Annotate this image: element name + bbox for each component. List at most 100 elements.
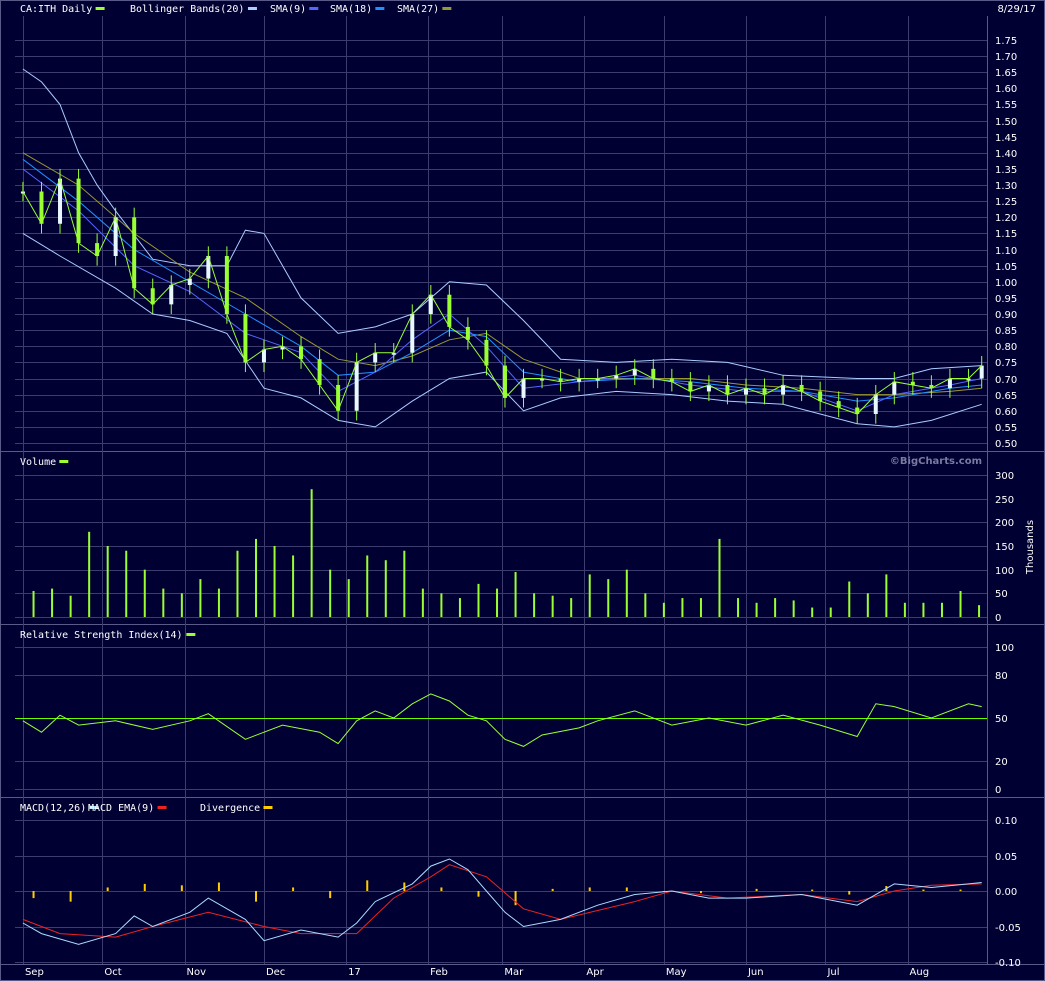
divergence-bar <box>180 885 183 891</box>
legend-label: SMA(18) <box>330 4 372 15</box>
volume-bar <box>440 593 443 617</box>
legend-swatch <box>59 460 69 463</box>
legend-swatch <box>157 806 167 809</box>
price-tick-label: 1.40 <box>995 149 1017 160</box>
price-candle <box>39 191 44 224</box>
price-candle <box>447 294 452 327</box>
divergence-bar <box>440 887 443 891</box>
legend-label: MACD(12,26) <box>20 803 86 814</box>
price-tick-label: 1.65 <box>995 68 1017 79</box>
legend-swatch <box>442 7 452 10</box>
price-tick-label: 1.35 <box>995 165 1017 176</box>
volume-bar <box>607 579 610 617</box>
price-candle <box>243 314 248 363</box>
volume-bar <box>551 595 554 617</box>
price-candle <box>373 352 378 363</box>
month-label-may: May <box>666 967 687 978</box>
price-tick-label: 0.50 <box>995 439 1017 450</box>
divergence-bar <box>106 887 109 891</box>
volume-bar <box>699 598 702 617</box>
price-candle <box>132 217 137 289</box>
month-label-nov: Nov <box>187 967 207 978</box>
divergence-bar <box>959 889 962 891</box>
divergence-bar <box>32 891 35 899</box>
divergence-bar <box>143 883 146 891</box>
volume-tick-label: 150 <box>995 542 1014 553</box>
volume-bar <box>885 574 888 617</box>
volume-bar <box>644 593 647 617</box>
price-candle <box>892 381 897 395</box>
price-candle <box>502 365 507 398</box>
price-tick-label: 1.25 <box>995 197 1017 208</box>
price-tick-label: 0.60 <box>995 407 1017 418</box>
month-label-jun: Jun <box>747 967 764 978</box>
month-label-oct: Oct <box>104 967 121 978</box>
price-candle <box>818 391 823 402</box>
price-candle <box>410 314 415 353</box>
legend-label: SMA(27) <box>397 4 439 15</box>
volume-bar <box>588 574 591 617</box>
volume-bar <box>792 600 795 617</box>
volume-bar <box>69 595 72 617</box>
month-label-aug: Aug <box>910 967 930 978</box>
price-candle <box>521 378 526 398</box>
volume-bar <box>903 602 906 617</box>
volume-legend-label: Volume <box>20 457 56 468</box>
divergence-bar <box>848 891 851 895</box>
volume-unit-label: Thousands <box>1025 520 1036 575</box>
volume-bar <box>217 588 220 617</box>
month-label-apr: Apr <box>586 967 604 978</box>
price-tick-label: 1.70 <box>995 52 1017 63</box>
rsi-tick-label: 80 <box>995 671 1008 682</box>
legend-swatch <box>186 633 196 636</box>
price-candle <box>873 394 878 414</box>
volume-bar <box>514 572 517 617</box>
price-candle <box>299 346 304 360</box>
price-tick-label: 0.75 <box>995 358 1017 369</box>
volume-bar <box>737 598 740 617</box>
divergence-bar <box>403 882 406 891</box>
volume-bar <box>829 607 832 617</box>
price-candle <box>150 288 155 305</box>
volume-bar <box>292 555 295 617</box>
price-candle <box>169 285 174 305</box>
volume-tick-label: 200 <box>995 518 1014 529</box>
watermark: ©BigCharts.com <box>890 456 982 467</box>
volume-bar <box>403 550 406 617</box>
price-candle <box>224 256 229 315</box>
macd-tick-label: -0.05 <box>995 923 1021 934</box>
macd-tick-label: 0.05 <box>995 852 1017 863</box>
divergence-bar <box>755 888 758 891</box>
price-candle <box>58 178 63 224</box>
price-tick-label: 0.65 <box>995 391 1017 402</box>
price-tick-label: 0.95 <box>995 294 1017 305</box>
month-label-mar: Mar <box>504 967 524 978</box>
volume-bar <box>848 581 851 617</box>
rsi-tick-label: 20 <box>995 757 1008 768</box>
price-candle <box>781 384 786 395</box>
price-candle <box>947 378 952 389</box>
rsi-tick-label: 0 <box>995 785 1001 796</box>
price-candle <box>651 368 656 379</box>
divergence-bar <box>366 880 369 891</box>
rsi-tick-label: 100 <box>995 643 1014 654</box>
stock-chart: 1.75 1.70 1.65 1.60 1.55 1.50 1.45 1.40 1.35 1.30… <box>0 0 1045 981</box>
volume-bar <box>236 550 239 617</box>
price-candle <box>465 326 470 340</box>
volume-bar <box>143 569 146 617</box>
month-label-jul: Jul <box>826 967 839 978</box>
price-candle <box>76 178 81 244</box>
price-candle <box>261 349 266 363</box>
volume-bar <box>662 602 665 617</box>
volume-tick-label: 250 <box>995 495 1014 506</box>
volume-bar <box>718 538 721 617</box>
divergence-bar <box>811 889 814 891</box>
month-label-dec: Dec <box>266 967 285 978</box>
macd-tick-label: -0.10 <box>995 958 1021 969</box>
price-tick-label: 1.30 <box>995 181 1017 192</box>
divergence-bar <box>292 887 295 891</box>
macd-tick-label: 0.00 <box>995 887 1017 898</box>
divergence-bar <box>699 891 702 894</box>
rsi-legend-label: Relative Strength Index(14) <box>20 630 183 641</box>
chart-background <box>0 0 1045 981</box>
